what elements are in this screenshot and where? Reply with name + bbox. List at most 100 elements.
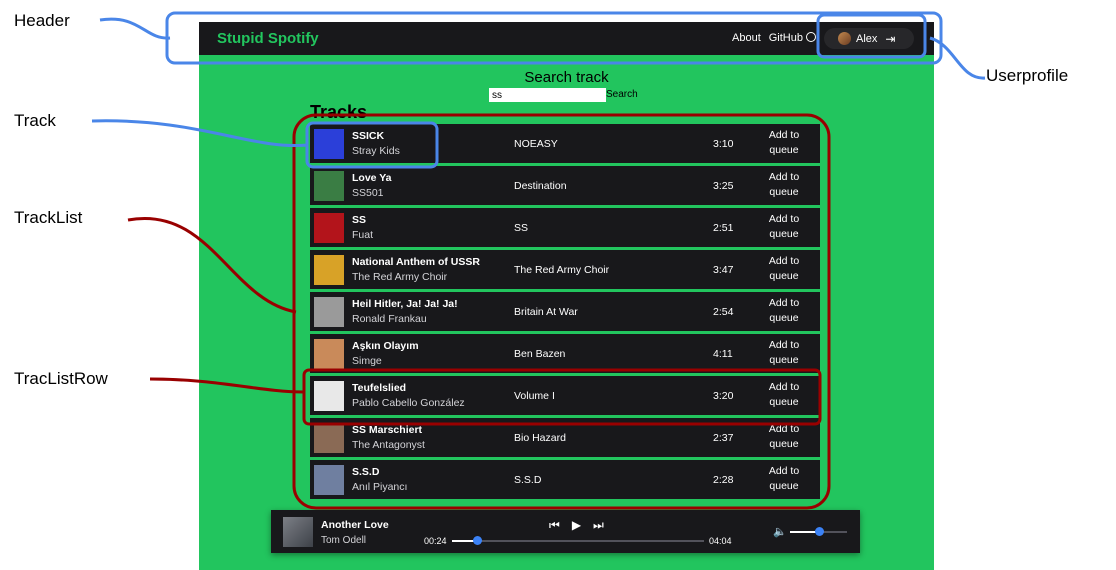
track-row[interactable]: SS Fuat SS 2:51 Add to queue bbox=[310, 208, 820, 247]
play-icon[interactable]: ▶ bbox=[572, 518, 581, 533]
volume-slider[interactable] bbox=[790, 527, 847, 536]
track-artist: SS501 bbox=[352, 187, 384, 199]
track-duration: 3:47 bbox=[713, 264, 734, 276]
track-title: Heil Hitler, Ja! Ja! Ja! bbox=[352, 298, 458, 310]
progress-slider[interactable] bbox=[452, 536, 704, 545]
track-row[interactable]: SS Marschiert The Antagonyst Bio Hazard 2:3… bbox=[310, 418, 820, 457]
add-to-queue-button[interactable]: Add to queue bbox=[760, 380, 808, 410]
track-title: SSICK bbox=[352, 130, 385, 142]
user-profile[interactable]: Alex ⇥ bbox=[824, 28, 914, 49]
total-duration: 04:04 bbox=[709, 536, 732, 546]
add-to-queue-button[interactable]: Add to queue bbox=[760, 212, 808, 242]
track-cover-image bbox=[314, 171, 344, 201]
search-button[interactable]: Search bbox=[606, 89, 638, 100]
track-album: Britain At War bbox=[514, 306, 578, 318]
track-row[interactable]: Love Ya SS501 Destination 3:25 Add to queue bbox=[310, 166, 820, 205]
nav-github-label: GitHub bbox=[768, 32, 803, 44]
progress-knob[interactable] bbox=[473, 536, 483, 545]
nav-about-link[interactable]: About bbox=[732, 32, 761, 44]
annotation-userprofile: Userprofile bbox=[986, 66, 1069, 85]
track-cover-image bbox=[314, 213, 344, 243]
track-artist: The Antagonyst bbox=[352, 439, 425, 451]
track-duration: 2:28 bbox=[713, 474, 734, 486]
header-pointer bbox=[99, 17, 171, 40]
track-artist: Simge bbox=[352, 355, 382, 367]
logout-icon[interactable]: ⇥ bbox=[885, 32, 895, 46]
add-to-queue-button[interactable]: Add to queue bbox=[760, 254, 808, 284]
track-album: Bio Hazard bbox=[514, 432, 566, 444]
add-to-queue-button[interactable]: Add to queue bbox=[760, 296, 808, 326]
track-row[interactable]: National Anthem of USSR The Red Army Choi… bbox=[310, 250, 820, 289]
track-title: SS bbox=[352, 214, 367, 226]
track-duration: 2:54 bbox=[713, 306, 734, 318]
current-time: 00:24 bbox=[424, 536, 447, 546]
add-to-queue-button[interactable]: Add to queue bbox=[760, 128, 808, 158]
annotation-header: Header bbox=[14, 11, 70, 30]
track-artist: Ronald Frankau bbox=[352, 313, 427, 325]
track-title: Teufelslied bbox=[352, 382, 407, 394]
track-row[interactable]: S.S.D Anıl Piyancı S.S.D 2:28 Add to queue bbox=[310, 460, 820, 499]
track-duration: 2:37 bbox=[713, 432, 734, 444]
track-artist: Stray Kids bbox=[352, 145, 400, 157]
player-title: Another Love bbox=[321, 519, 389, 531]
track-row[interactable]: SSICK Stray Kids NOEASY 3:10 Add to queue bbox=[310, 124, 820, 163]
track-duration: 3:10 bbox=[713, 138, 734, 150]
user-name: Alex bbox=[856, 32, 878, 45]
track-duration: 3:25 bbox=[713, 180, 734, 192]
volume-knob[interactable] bbox=[814, 527, 824, 536]
track-cover-image bbox=[314, 381, 344, 411]
add-to-queue-button[interactable]: Add to queue bbox=[760, 170, 808, 200]
track-album: The Red Army Choir bbox=[514, 264, 610, 276]
track-album: Destination bbox=[514, 180, 567, 192]
annotation-track: Track bbox=[14, 111, 56, 130]
track-cover-image bbox=[314, 423, 344, 453]
userprofile-pointer bbox=[929, 36, 986, 80]
add-to-queue-button[interactable]: Add to queue bbox=[760, 464, 808, 494]
github-icon bbox=[806, 32, 816, 42]
player-artist: Tom Odell bbox=[321, 535, 367, 546]
app-window: Stupid Spotify About GitHub Alex ⇥ Searc… bbox=[199, 22, 934, 570]
track-cover-image bbox=[314, 465, 344, 495]
search-input[interactable] bbox=[489, 88, 606, 102]
track-artist: Anıl Piyancı bbox=[352, 481, 408, 493]
brand-logo[interactable]: Stupid Spotify bbox=[217, 30, 319, 47]
annotation-tracklist: TrackList bbox=[14, 208, 83, 227]
track-artist: The Red Army Choir bbox=[352, 271, 448, 283]
track-artist: Fuat bbox=[352, 229, 374, 241]
add-to-queue-button[interactable]: Add to queue bbox=[760, 422, 808, 452]
track-duration: 3:20 bbox=[713, 390, 734, 402]
header-bar: Stupid Spotify About GitHub Alex ⇥ bbox=[199, 22, 934, 55]
track-album: S.S.D bbox=[514, 474, 542, 486]
track-album: Ben Bazen bbox=[514, 348, 566, 360]
track-album: NOEASY bbox=[514, 138, 558, 150]
search-title: Search track bbox=[524, 69, 609, 86]
player-controls: ⏮ ▶ ⏭ bbox=[549, 518, 604, 533]
add-to-queue-button[interactable]: Add to queue bbox=[760, 338, 808, 368]
annotation-tracklistrow: TracListRow bbox=[14, 369, 108, 388]
previous-icon[interactable]: ⏮ bbox=[549, 518, 560, 533]
track-row[interactable]: Teufelslied Pablo Cabello González Volume … bbox=[310, 376, 820, 415]
player-cover-image bbox=[283, 517, 313, 547]
track-cover-image bbox=[314, 297, 344, 327]
track-title: Aşkın Olayım bbox=[352, 340, 419, 352]
avatar bbox=[838, 32, 851, 45]
tracks-heading: Tracks bbox=[310, 102, 368, 122]
track-row[interactable]: Heil Hitler, Ja! Ja! Ja! Ronald Frankau Br… bbox=[310, 292, 820, 331]
track-title: Love Ya bbox=[352, 172, 392, 184]
next-icon[interactable]: ⏭ bbox=[593, 518, 604, 533]
track-cover-image bbox=[314, 129, 344, 159]
track-duration: 2:51 bbox=[713, 222, 734, 234]
track-album: SS bbox=[514, 222, 529, 234]
track-row[interactable]: Aşkın Olayım Simge Ben Bazen 4:11 Add to que… bbox=[310, 334, 820, 373]
track-title: National Anthem of USSR bbox=[352, 256, 480, 268]
track-artist: Pablo Cabello González bbox=[352, 397, 465, 409]
volume-icon[interactable]: 🔈 bbox=[773, 525, 787, 538]
track-album: Volume I bbox=[514, 390, 555, 402]
track-duration: 4:11 bbox=[713, 348, 733, 360]
nav-github-link[interactable]: GitHub bbox=[769, 32, 816, 44]
track-title: SS Marschiert bbox=[352, 424, 423, 436]
track-list: SSICK Stray Kids NOEASY 3:10 Add to queue Lov… bbox=[310, 124, 820, 502]
track-title: S.S.D bbox=[352, 466, 380, 478]
nav-links: About GitHub bbox=[732, 32, 816, 44]
track-cover-image bbox=[314, 255, 344, 285]
